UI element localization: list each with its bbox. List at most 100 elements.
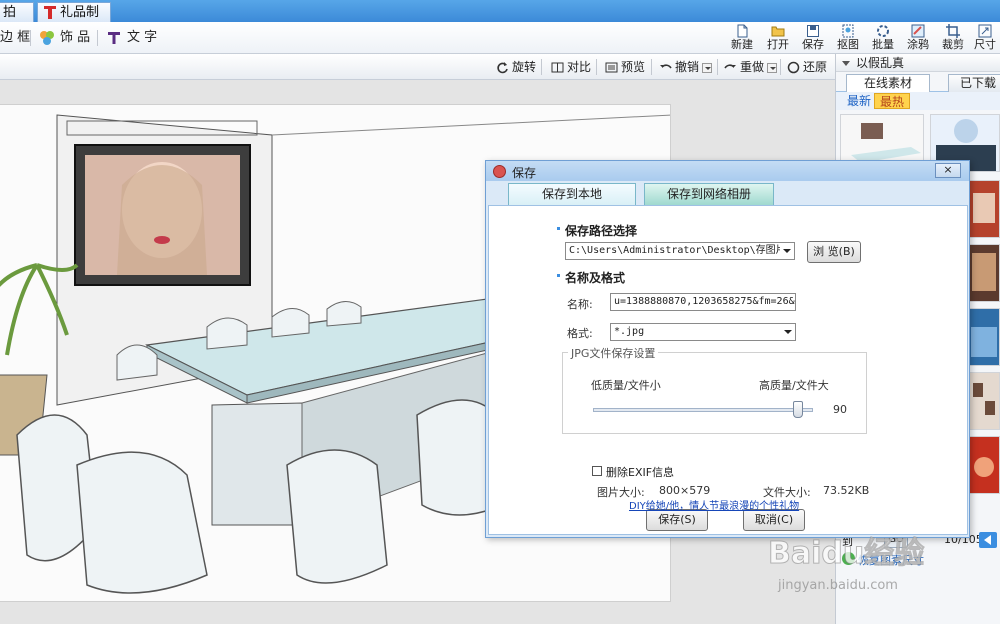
- image-size-value: 800×579: [659, 484, 711, 497]
- rotate-button[interactable]: 旋转: [496, 59, 536, 75]
- doodle-icon: [911, 24, 925, 38]
- tab-save-network-label: 保存到网络相册: [666, 187, 751, 201]
- save-toolbar-button[interactable]: 保存: [796, 23, 830, 53]
- doodle-button-label: 涂鸦: [907, 38, 929, 51]
- restore-circle-icon: [787, 61, 800, 74]
- compare-button[interactable]: 对比: [551, 59, 591, 75]
- watermark-text: Baidu经验: [767, 536, 925, 572]
- open-button-label: 打开: [767, 38, 789, 51]
- tab-gift[interactable]: 礼品制作: [37, 2, 111, 40]
- tab-save-local[interactable]: 保存到本地: [508, 183, 636, 205]
- name-heading-text: 名称及格式: [565, 271, 626, 285]
- format-select[interactable]: *.jpg: [610, 323, 796, 341]
- remove-exif-checkbox[interactable]: 删除EXIF信息: [592, 464, 674, 480]
- preview-button[interactable]: 预览: [605, 59, 645, 75]
- redo-dropdown-icon[interactable]: [767, 62, 778, 73]
- browse-button[interactable]: 浏 览(B): [807, 241, 861, 263]
- batch-button[interactable]: 批量: [866, 23, 900, 53]
- doodle-button[interactable]: 涂鸦: [901, 23, 935, 53]
- prev-page-icon[interactable]: [979, 532, 997, 548]
- material-thumb[interactable]: [966, 180, 1000, 238]
- rotate-icon: [497, 62, 508, 74]
- crop-button[interactable]: 裁剪: [936, 23, 970, 53]
- chevron-down-icon[interactable]: [780, 243, 794, 259]
- text-tool[interactable]: 文 字: [105, 28, 157, 48]
- toolbar-divider: [30, 30, 31, 46]
- open-button[interactable]: 打开: [761, 23, 795, 53]
- redo-button[interactable]: 重做: [724, 59, 778, 75]
- dialog-titlebar[interactable]: 保存 ×: [486, 161, 969, 181]
- tab-downloaded[interactable]: 已下载: [948, 74, 1000, 92]
- file-name-input[interactable]: u=1388880870,1203658275&fm=26&gp=0_: [610, 293, 796, 311]
- material-thumb[interactable]: [966, 436, 1000, 494]
- preview-icon: [605, 62, 618, 73]
- save-dialog: 保存 × 保存到本地 保存到网络相册 保存路径选择 C:\Users\Admin…: [485, 160, 970, 538]
- compare-button-label: 对比: [567, 60, 592, 74]
- quality-slider-thumb[interactable]: [793, 401, 803, 418]
- size-button-label: 尺寸: [974, 38, 996, 51]
- action-divider: [717, 59, 718, 75]
- subtab-hot[interactable]: 最热: [874, 93, 911, 109]
- tab-save-network[interactable]: 保存到网络相册: [644, 183, 774, 205]
- tab-photo[interactable]: 拍照: [0, 2, 34, 40]
- crop-button-label: 裁剪: [942, 38, 964, 51]
- jpg-settings-group: JPG文件保存设置 低质量/文件小 高质量/文件大 90: [562, 345, 867, 434]
- action-divider: [541, 59, 542, 75]
- preview-button-label: 预览: [621, 60, 646, 74]
- material-thumb[interactable]: [966, 372, 1000, 430]
- app-logo-icon: [493, 165, 506, 178]
- subtab-hot-label: 最热: [880, 95, 905, 109]
- rotate-button-label: 旋转: [512, 60, 537, 74]
- undo-button[interactable]: 撤销: [659, 59, 713, 75]
- cutout-button[interactable]: 抠图: [831, 23, 865, 53]
- material-thumb[interactable]: [966, 244, 1000, 302]
- size-button[interactable]: 尺寸: [968, 23, 1000, 53]
- edit-action-bar: 旋转 对比 预览 撤销 重做 还原: [0, 54, 835, 80]
- path-heading-text: 保存路径选择: [565, 224, 638, 238]
- frame-tool[interactable]: 边 框: [0, 28, 30, 48]
- deco-tool-label: 饰 品: [60, 30, 91, 45]
- dialog-title: 保存: [512, 166, 537, 180]
- cutout-button-label: 抠图: [837, 38, 859, 51]
- material-thumb[interactable]: [966, 308, 1000, 366]
- low-quality-label: 低质量/文件小: [591, 379, 661, 392]
- quality-slider-track[interactable]: [593, 408, 813, 412]
- undo-arrow-icon: [660, 64, 672, 69]
- tab-save-local-label: 保存到本地: [541, 187, 602, 201]
- deco-tool[interactable]: 饰 品: [38, 28, 90, 48]
- tab-online-materials[interactable]: 在线素材: [846, 74, 930, 92]
- chevron-down-icon[interactable]: [781, 324, 795, 340]
- path-heading: 保存路径选择: [557, 222, 637, 239]
- jpg-group-title: JPG文件保存设置: [568, 345, 659, 361]
- undo-dropdown-icon[interactable]: [702, 62, 713, 73]
- name-heading: 名称及格式: [557, 269, 625, 286]
- subtab-new[interactable]: 最新: [842, 93, 876, 109]
- save-path-combo[interactable]: C:\Users\Administrator\Desktop\存图片: [565, 242, 795, 260]
- redo-button-label: 重做: [740, 60, 765, 74]
- watermark-sub: jingyan.baidu.com: [778, 578, 898, 593]
- redo-arrow-icon: [724, 64, 736, 69]
- gift-logo-icon: [44, 6, 56, 19]
- high-quality-label: 高质量/文件大: [759, 379, 829, 392]
- format-label: 格式:: [567, 327, 593, 340]
- browse-button-label: 浏 览(B): [813, 245, 855, 258]
- restore-button[interactable]: 还原: [787, 59, 827, 75]
- checkbox-box[interactable]: [592, 466, 602, 476]
- file-size-value: 73.52KB: [823, 484, 870, 497]
- panel-subtabs: 最新 最热: [836, 92, 1000, 110]
- folder-icon: [771, 26, 785, 37]
- panel-title-label: 以假乱真: [856, 56, 905, 70]
- undo-button-label: 撤销: [675, 60, 700, 74]
- toolbar-divider: [97, 30, 98, 46]
- new-button[interactable]: 新建: [725, 23, 759, 53]
- close-icon: ×: [943, 163, 953, 176]
- crop-icon: [946, 24, 960, 38]
- dialog-close-button[interactable]: ×: [935, 163, 961, 178]
- save-toolbar-button-label: 保存: [802, 38, 824, 51]
- panel-title[interactable]: 以假乱真: [836, 54, 1000, 72]
- top-tab-bar: 拍照 礼品制作: [0, 0, 1000, 40]
- thumb-gallery-image: [967, 373, 999, 429]
- save-button[interactable]: 保存(S): [646, 509, 708, 531]
- dialog-body: 保存路径选择 C:\Users\Administrator\Desktop\存图…: [488, 205, 968, 535]
- new-file-icon: [737, 24, 748, 38]
